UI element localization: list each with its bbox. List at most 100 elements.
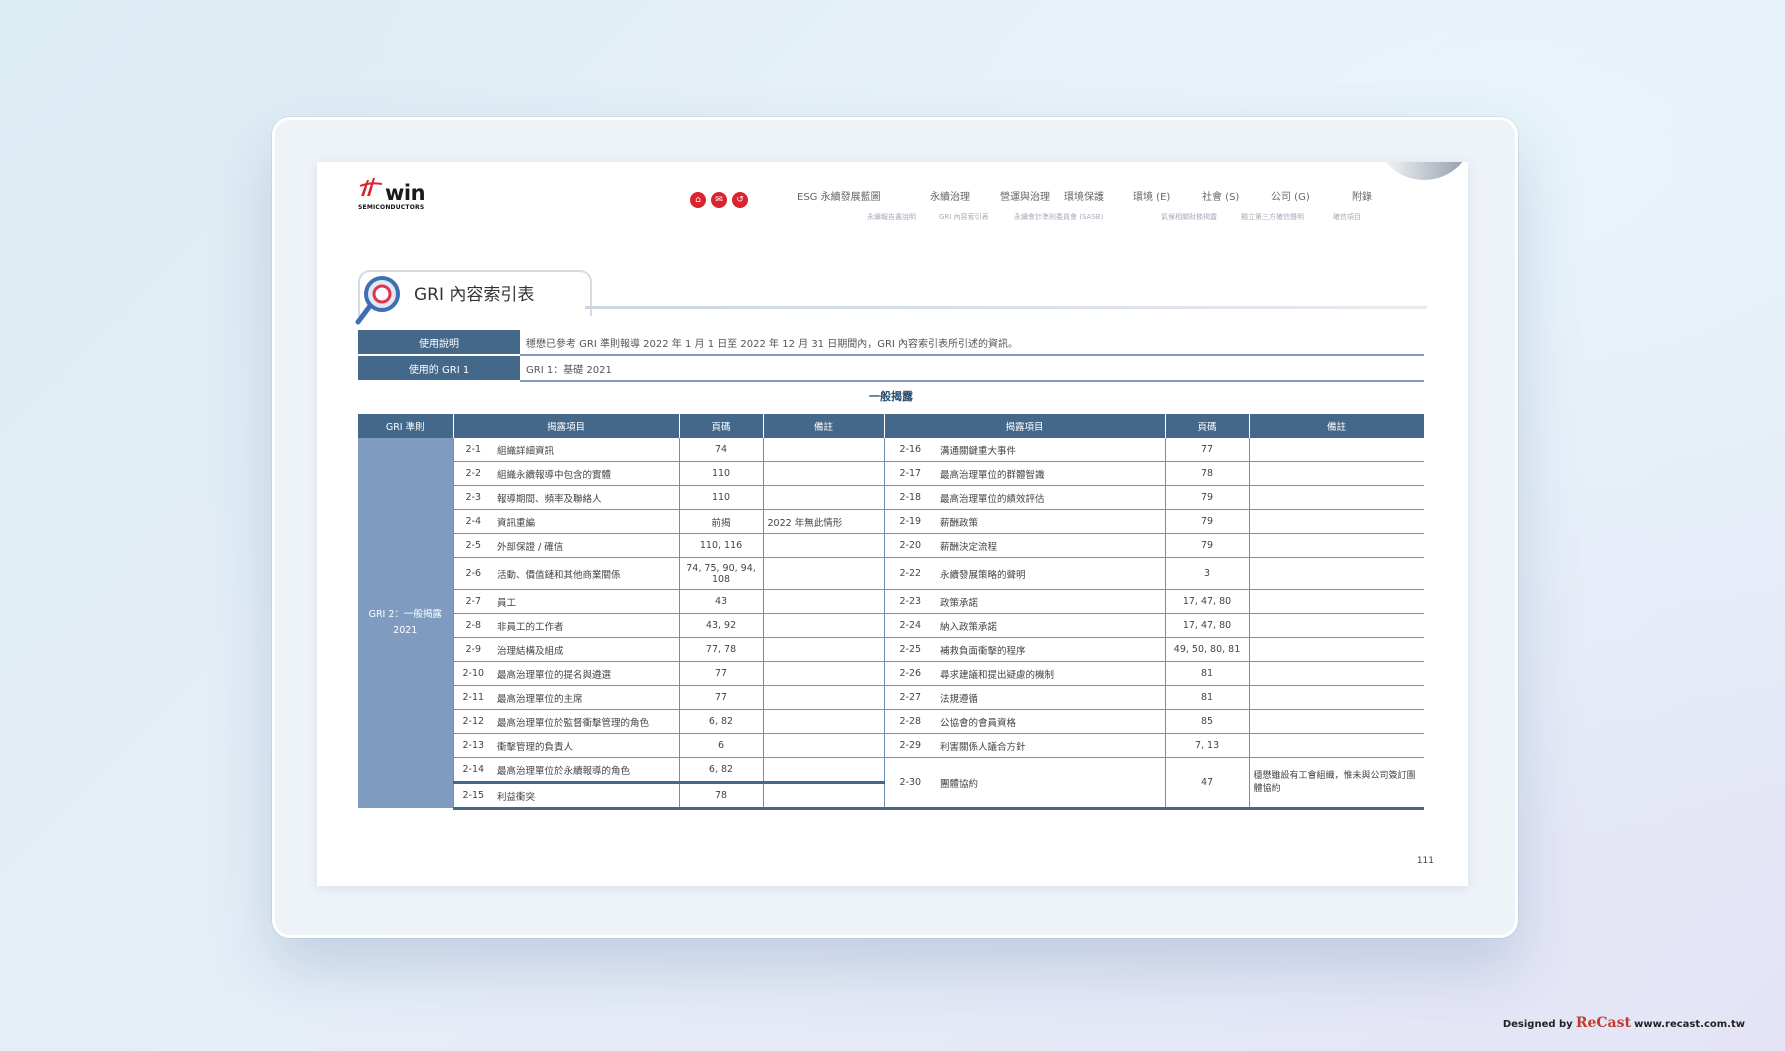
table-row: GRI 2：一般揭露 2021 2-1 組織詳細資訊 74 2-16 溝通關鍵重大事件 77 xyxy=(358,438,1425,810)
note-cell xyxy=(1249,709,1425,734)
page-ref: 17, 47, 80 xyxy=(1165,613,1250,638)
note-cell xyxy=(1249,509,1425,534)
magnifier-icon xyxy=(355,276,400,325)
disclosure-code: 2-13 xyxy=(453,733,493,758)
note-cell xyxy=(763,485,885,510)
disclosure-item: 最高治理單位的群體智識 xyxy=(936,461,1166,486)
page-ref: 49, 50, 80, 81 xyxy=(1165,637,1250,662)
page-ref: 110 xyxy=(679,485,764,510)
back-icon[interactable]: ↺ xyxy=(732,192,748,208)
credit-url[interactable]: www.recast.com.tw xyxy=(1634,1019,1745,1030)
note-cell xyxy=(763,685,885,710)
logo-sub: SEMICONDUCTORS xyxy=(358,204,425,211)
page-ref: 47 xyxy=(1165,757,1250,810)
subnav-item[interactable]: 氣候相關財務揭露 xyxy=(1161,212,1217,222)
disclosure-code: 2-14 xyxy=(453,757,493,784)
info-value: 穩懋已參考 GRI 準則報導 2022 年 1 月 1 日至 2022 年 12… xyxy=(520,330,1424,356)
usage-table: 使用說明 穩懋已參考 GRI 準則報導 2022 年 1 月 1 日至 2022… xyxy=(358,330,1424,382)
subnav-item[interactable]: GRI 內容索引表 xyxy=(939,212,989,222)
info-label: 使用的 GRI 1 xyxy=(358,355,520,382)
disclosure-item: 外部保證 / 確信 xyxy=(493,533,680,558)
page-number: 111 xyxy=(1416,856,1434,866)
nav-item[interactable]: ESG 永續發展藍圖 xyxy=(797,188,881,203)
note-cell xyxy=(1249,557,1425,590)
nav-item[interactable]: 附錄 xyxy=(1352,188,1372,203)
page-ref: 74 xyxy=(679,438,764,462)
disclosure-item: 法規遵循 xyxy=(936,685,1166,710)
disclosure-item: 公協會的會員資格 xyxy=(936,709,1166,734)
page-ref: 3 xyxy=(1165,557,1250,590)
disclosure-code: 2-12 xyxy=(453,709,493,734)
company-logo[interactable]: win SEMICONDUCTORS xyxy=(358,174,428,214)
home-icon[interactable]: ⌂ xyxy=(690,192,706,208)
subnav-item[interactable]: 永續會計準則委員會 (SASB) xyxy=(1014,212,1103,222)
disclosure-item: 利益衝突 xyxy=(493,782,680,810)
note-cell xyxy=(763,733,885,758)
table-row: 2-8 非員工的工作者 43, 92 2-24 納入政策承諾 17, 47, 80 xyxy=(358,613,1425,638)
page-ref: 77 xyxy=(679,685,764,710)
note-cell xyxy=(1249,613,1425,638)
disclosure-item: 最高治理單位的主席 xyxy=(493,685,680,710)
page-ref: 77, 78 xyxy=(679,637,764,662)
note-cell xyxy=(1249,461,1425,486)
nav-item[interactable]: 環境保護 xyxy=(1064,188,1104,203)
disclosure-code: 2-20 xyxy=(884,533,937,558)
section-title: 一般揭露 xyxy=(869,390,913,403)
note-cell xyxy=(763,782,885,810)
disclosure-code: 2-17 xyxy=(884,461,937,486)
credit-prefix: Designed by xyxy=(1502,1019,1573,1030)
disclosure-code: 2-23 xyxy=(884,589,937,614)
disclosure-code: 2-25 xyxy=(884,637,937,662)
note-cell xyxy=(1249,589,1425,614)
nav-item[interactable]: 環境 (E) xyxy=(1133,188,1170,203)
note-cell xyxy=(1249,533,1425,558)
nav-item[interactable]: 公司 (G) xyxy=(1271,188,1310,203)
note-cell xyxy=(1249,485,1425,510)
info-row: 使用的 GRI 1 GRI 1：基礎 2021 xyxy=(358,355,1424,382)
nav-item[interactable]: 永續治理 xyxy=(930,188,970,203)
disclosure-code: 2-30 xyxy=(884,757,937,810)
nav-item[interactable]: 營運與治理 xyxy=(1000,188,1050,203)
note-cell xyxy=(1249,637,1425,662)
disclosure-item: 組織永續報導中包含的實體 xyxy=(493,461,680,486)
note-cell: 穩懋雖設有工會組織，惟未與公司簽訂團體協約 xyxy=(1249,757,1425,810)
disclosure-code: 2-3 xyxy=(453,485,493,510)
page-ref: 17, 47, 80 xyxy=(1165,589,1250,614)
disclosure-item: 政策承諾 xyxy=(936,589,1166,614)
mail-icon[interactable]: ✉ xyxy=(711,192,727,208)
page-ref: 79 xyxy=(1165,509,1250,534)
subnav-item[interactable]: 確信項目 xyxy=(1333,212,1361,222)
page-ref: 7, 13 xyxy=(1165,733,1250,758)
gri-index-table: GRI 準則 揭露項目 頁碼 備註 揭露項目 頁碼 備註 GRI 2：一般揭露 … xyxy=(358,414,1425,810)
nav-item[interactable]: 社會 (S) xyxy=(1202,188,1239,203)
info-label: 使用說明 xyxy=(358,330,520,356)
corner-tab[interactable] xyxy=(1374,162,1468,180)
disclosure-code: 2-7 xyxy=(453,589,493,614)
note-cell xyxy=(1249,733,1425,758)
disclosure-code: 2-19 xyxy=(884,509,937,534)
page-ref: 6 xyxy=(679,733,764,758)
disclosure-item: 薪酬決定流程 xyxy=(936,533,1166,558)
disclosure-item: 薪酬政策 xyxy=(936,509,1166,534)
note-cell xyxy=(763,589,885,614)
table-header: GRI 準則 揭露項目 頁碼 備註 揭露項目 頁碼 備註 xyxy=(358,414,1425,438)
table-row: 2-2 組織永續報導中包含的實體 110 2-17 最高治理單位的群體智識 78 xyxy=(358,461,1425,486)
page-ref: 79 xyxy=(1165,533,1250,558)
page-ref: 78 xyxy=(1165,461,1250,486)
disclosure-item: 治理結構及組成 xyxy=(493,637,680,662)
disclosure-code: 2-6 xyxy=(453,557,493,590)
disclosure-item: 補救負面衝擊的程序 xyxy=(936,637,1166,662)
credit-brand[interactable]: ReCast xyxy=(1576,1015,1631,1031)
subnav-item[interactable]: 永續報告書說明 xyxy=(867,212,916,222)
disclosure-code: 2-4 xyxy=(453,509,493,534)
disclosure-item: 最高治理單位於永續報導的角色 xyxy=(493,757,680,784)
disclosure-item: 報導期間、頻率及聯絡人 xyxy=(493,485,680,510)
note-cell xyxy=(763,461,885,486)
category-cell: GRI 2：一般揭露 2021 xyxy=(358,438,454,810)
title-divider xyxy=(585,306,1427,309)
page-ref: 43, 92 xyxy=(679,613,764,638)
subnav-item[interactable]: 獨立第三方確信聲明 xyxy=(1241,212,1304,222)
page-ref: 110, 116 xyxy=(679,533,764,558)
table-row: 2-4 資訊重編 前揭 2022 年無此情形 2-19 薪酬政策 79 xyxy=(358,509,1425,534)
header-note: 備註 xyxy=(1249,414,1425,438)
